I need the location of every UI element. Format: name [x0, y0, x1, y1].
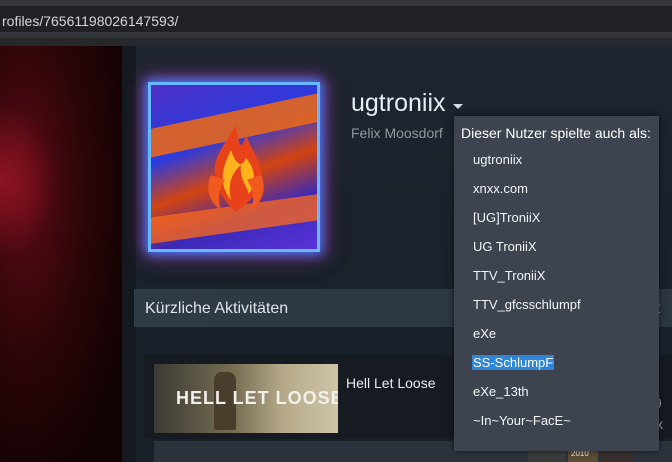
alias-item[interactable]: eXe_13th — [473, 384, 529, 399]
alias-item[interactable]: [UG]TroniiX — [473, 210, 540, 225]
profile-avatar[interactable] — [148, 82, 320, 252]
game-banner-logo: HELL LET LOOSE — [176, 388, 338, 408]
game-banner[interactable]: HELL LET LOOSE — [154, 364, 338, 433]
url-text[interactable]: rofiles/76561198026147593/ — [2, 13, 178, 29]
alias-item[interactable]: ugtroniix — [473, 152, 522, 167]
alias-item[interactable]: ~In~Your~FacE~ — [473, 413, 571, 428]
content-edge — [122, 46, 136, 462]
recent-activity-title: Kürzliche Aktivitäten — [145, 300, 289, 317]
chevron-down-icon[interactable] — [453, 104, 463, 109]
fire-icon — [208, 125, 264, 212]
background-glow — [0, 100, 60, 260]
alias-dropdown-header: Dieser Nutzer spielte auch als: — [461, 125, 651, 141]
browser-toolbar-edge — [0, 38, 672, 46]
alias-item[interactable]: eXe — [473, 326, 496, 341]
real-name: Felix Moosdorf — [351, 125, 443, 141]
alias-item[interactable]: TTV_gfcsschlumpf — [473, 297, 581, 312]
url-field[interactable]: rofiles/76561198026147593/ — [0, 6, 672, 32]
alias-item-highlighted[interactable]: SS-SchlumpF — [472, 355, 555, 370]
alias-item[interactable]: UG TroniiX — [473, 239, 537, 254]
browser-address-bar: rofiles/76561198026147593/ — [0, 0, 672, 38]
alias-item[interactable]: xnxx.com — [473, 181, 528, 196]
alias-dropdown: Dieser Nutzer spielte auch als: ugtronii… — [454, 116, 659, 451]
game-name[interactable]: Hell Let Loose — [346, 375, 436, 391]
steam-profile-page: rofiles/76561198026147593/ ugtroniix Fel… — [0, 0, 672, 462]
alias-item[interactable]: TTV_TroniiX — [473, 268, 545, 283]
persona-name[interactable]: ugtroniix — [351, 89, 446, 118]
